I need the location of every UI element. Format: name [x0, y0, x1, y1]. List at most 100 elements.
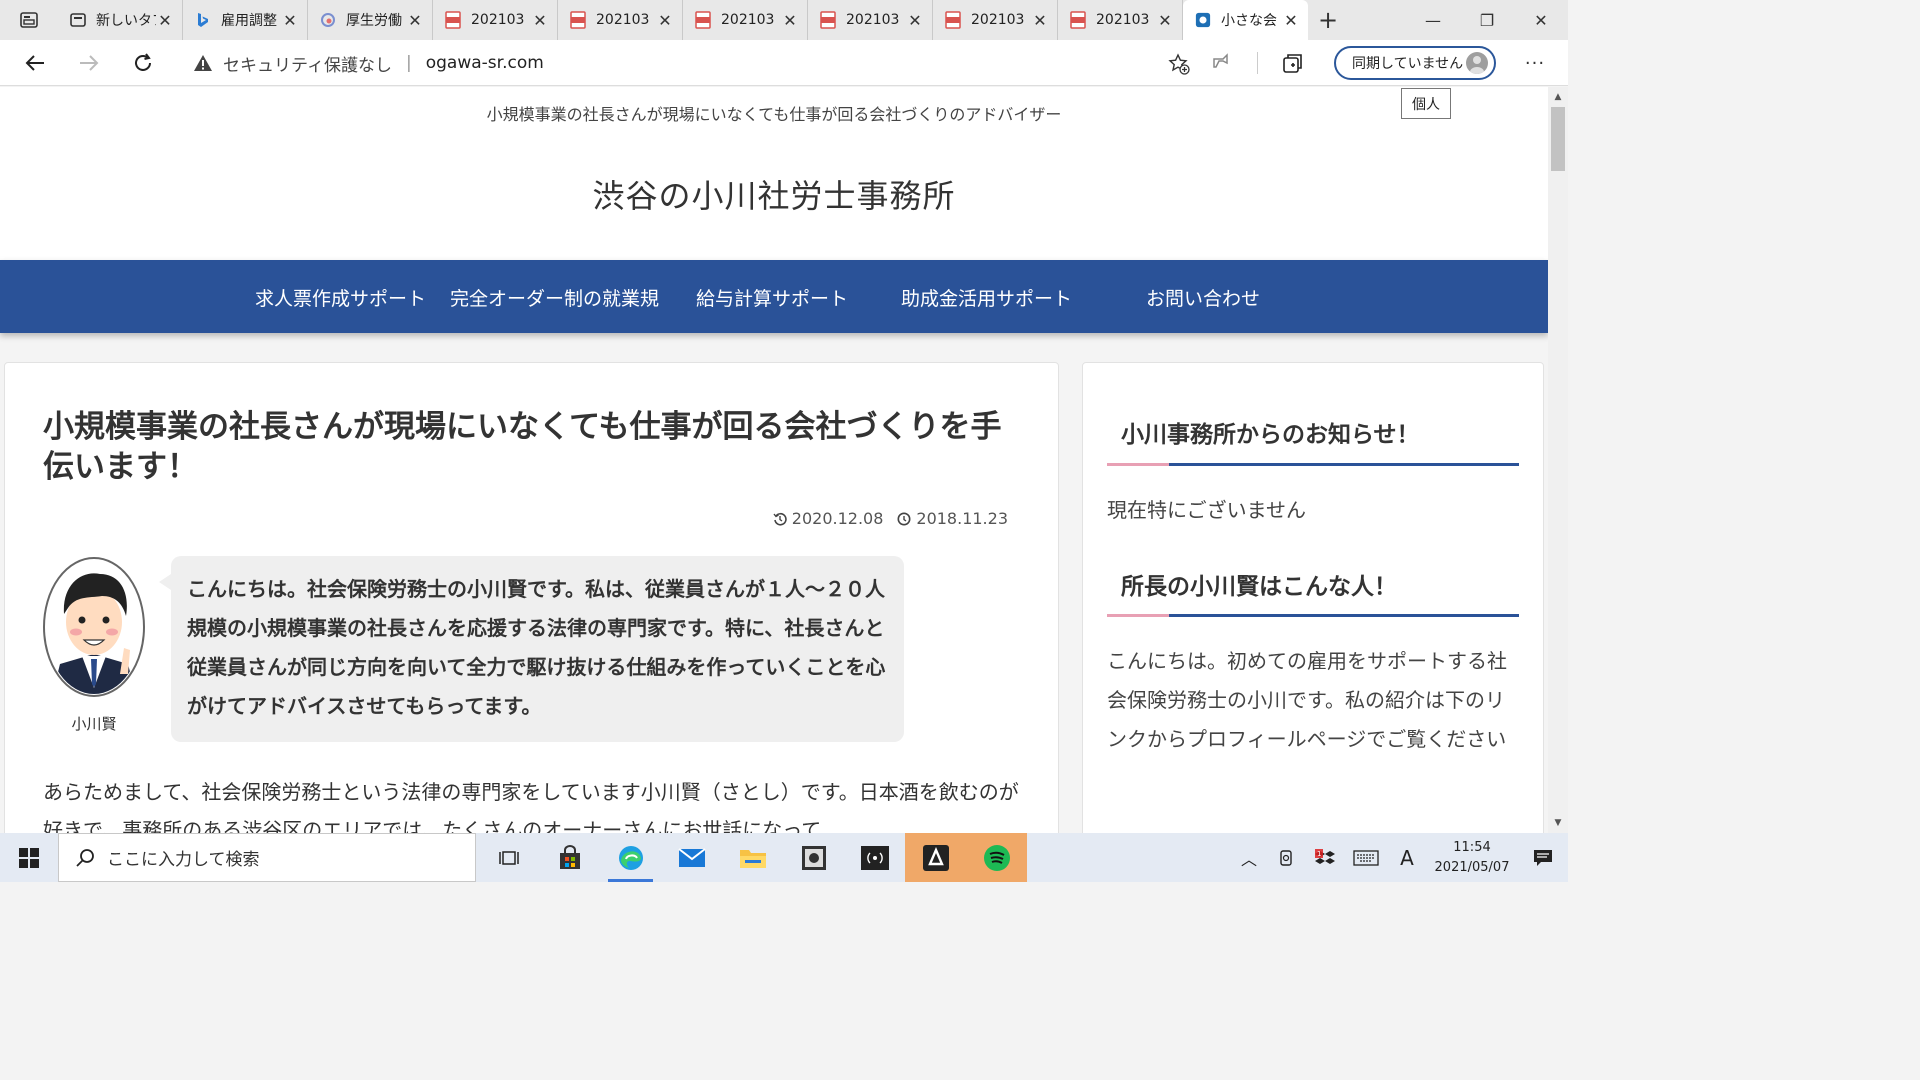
new-tab-icon [70, 12, 86, 28]
chevron-up-icon: ︿ [1240, 849, 1257, 869]
tab-pdf-2[interactable]: 202103 ✕ [558, 0, 683, 40]
tab-label: 厚生労働 [346, 13, 402, 29]
scroll-down-icon[interactable]: ▼ [1548, 815, 1568, 831]
nav-item-payroll[interactable]: 給与計算サポート [696, 284, 848, 311]
close-tab-icon[interactable]: ✕ [156, 11, 174, 30]
tab-pdf-1[interactable]: 202103 ✕ [433, 0, 558, 40]
dropbox-tray-button[interactable]: 1 [1306, 848, 1344, 867]
show-hidden-icons-button[interactable]: ︿ [1230, 846, 1268, 870]
close-tab-icon[interactable]: ✕ [656, 11, 674, 30]
collections-button[interactable] [1266, 40, 1320, 86]
tab-bing[interactable]: 雇用調整 ✕ [183, 0, 308, 40]
mhlw-icon [320, 12, 336, 28]
address-bar[interactable]: セキュリティ保護なし | ogawa-sr.com [177, 45, 1200, 81]
notice-heading-underline [1107, 463, 1519, 466]
article-dates: 2020.12.08 2018.11.23 [773, 509, 1008, 528]
ime-indicator[interactable]: A [1388, 846, 1426, 870]
collections-icon [1283, 54, 1302, 73]
edge-icon [618, 845, 643, 870]
taskbar-edge[interactable] [600, 833, 661, 882]
profile-sync-button[interactable]: 同期していません [1334, 46, 1496, 80]
task-view-button[interactable] [478, 833, 539, 882]
refresh-icon [135, 52, 151, 71]
close-tab-icon[interactable]: ✕ [406, 11, 424, 30]
restore-button[interactable]: ❐ [1460, 0, 1514, 40]
nav-item-contact[interactable]: お問い合わせ [1146, 284, 1260, 311]
taskbar-mail[interactable] [661, 833, 722, 882]
back-button[interactable] [8, 40, 62, 86]
tab-actions-icon [20, 12, 38, 28]
taskbar-app-2[interactable] [905, 833, 966, 882]
tab-active-site[interactable]: 小さな会 ✕ [1183, 0, 1308, 40]
refresh-button[interactable] [116, 40, 170, 86]
window-controls: — ❐ ✕ [1406, 0, 1568, 40]
settings-more-button[interactable]: ··· [1508, 40, 1562, 86]
windows-taskbar: ここに入力して検索 ︿ 1 A 11:54 2021/05/07 [0, 833, 1568, 882]
touch-keyboard-button[interactable] [1344, 849, 1388, 866]
tab-new-tab[interactable]: 新しいタブ ✕ [58, 0, 183, 40]
scroll-up-icon[interactable]: ▲ [1548, 89, 1568, 105]
svg-text:1: 1 [1317, 850, 1321, 858]
published-date: 2018.11.23 [897, 509, 1008, 528]
nav-item-job-posting[interactable]: 求人票作成サポート [255, 284, 426, 311]
close-window-button[interactable]: ✕ [1514, 0, 1568, 40]
meet-now-button[interactable] [1268, 849, 1306, 867]
profile-tooltip: 個人 [1401, 88, 1451, 119]
site-tagline: 小規模事業の社長さんが現場にいなくても仕事が回る会社づくりのアドバイザー [486, 105, 1062, 124]
address-separator: | [405, 53, 412, 73]
close-tab-icon[interactable]: ✕ [1031, 11, 1049, 30]
tab-pdf-4[interactable]: 202103 ✕ [808, 0, 933, 40]
close-tab-icon[interactable]: ✕ [906, 11, 924, 30]
broadcast-icon [860, 845, 889, 870]
pdf-icon [945, 11, 961, 29]
taskbar-store[interactable] [539, 833, 600, 882]
global-nav: 求人票作成サポート 完全オーダー制の就業規 給与計算サポート 助成金活用サポート… [0, 260, 1548, 333]
site-icon [1195, 12, 1211, 28]
minimize-button[interactable]: — [1406, 0, 1460, 40]
tab-mhlw[interactable]: 厚生労働 ✕ [308, 0, 433, 40]
warning-icon[interactable] [193, 54, 213, 72]
profile-heading: 所長の小川賢はこんな人！ [1121, 574, 1397, 600]
toolbar-right: 同期していません ··· [1195, 40, 1568, 86]
spotify-icon [983, 844, 1010, 871]
taskbar-search[interactable]: ここに入力して検索 [58, 833, 476, 882]
tab-label: 202103 [1096, 12, 1150, 28]
taskbar-spotify[interactable] [966, 833, 1027, 882]
site-title[interactable]: 渋谷の小川社労士事務所 [0, 171, 1548, 217]
url-text[interactable]: ogawa-sr.com [426, 53, 544, 73]
action-center-button[interactable] [1518, 849, 1568, 867]
task-view-icon [498, 850, 519, 865]
tab-label: 202103 [471, 12, 525, 28]
page-scrollbar[interactable]: ▲ ▼ [1548, 87, 1568, 833]
forward-button[interactable] [62, 40, 116, 86]
scroll-thumb[interactable] [1551, 107, 1565, 171]
app-icon [801, 845, 826, 870]
taskbar-clock[interactable]: 11:54 2021/05/07 [1426, 838, 1518, 878]
nav-item-subsidy[interactable]: 助成金活用サポート [901, 284, 1072, 311]
close-tab-icon[interactable]: ✕ [1282, 11, 1300, 30]
pdf-icon [445, 11, 461, 29]
taskbar-broadcast[interactable] [844, 833, 905, 882]
extension-button[interactable] [1195, 40, 1249, 86]
nav-item-work-rules[interactable]: 完全オーダー制の就業規 [450, 284, 659, 311]
close-tab-icon[interactable]: ✕ [281, 11, 299, 30]
published-date-text: 2018.11.23 [916, 509, 1008, 528]
close-tab-icon[interactable]: ✕ [531, 11, 549, 30]
tab-pdf-3[interactable]: 202103 ✕ [683, 0, 808, 40]
new-tab-button[interactable]: + [1308, 0, 1348, 40]
author-name: 小川賢 [71, 715, 117, 733]
tab-pdf-6[interactable]: 202103 ✕ [1058, 0, 1183, 40]
taskbar-explorer[interactable] [722, 833, 783, 882]
add-favorite-icon[interactable] [1168, 53, 1190, 80]
mail-icon [677, 847, 706, 867]
toolbar-divider [1257, 52, 1258, 74]
close-tab-icon[interactable]: ✕ [1156, 11, 1174, 30]
taskbar-app[interactable] [783, 833, 844, 882]
article-card: 小規模事業の社長さんが現場にいなくても仕事が回る会社づくりを手伝います！ 202… [4, 362, 1059, 833]
meet-now-icon [1280, 849, 1292, 866]
tab-actions-button[interactable] [0, 0, 58, 40]
sync-label: 同期していません [1352, 56, 1464, 72]
close-tab-icon[interactable]: ✕ [781, 11, 799, 30]
tab-pdf-5[interactable]: 202103 ✕ [933, 0, 1058, 40]
start-button[interactable] [0, 833, 58, 882]
